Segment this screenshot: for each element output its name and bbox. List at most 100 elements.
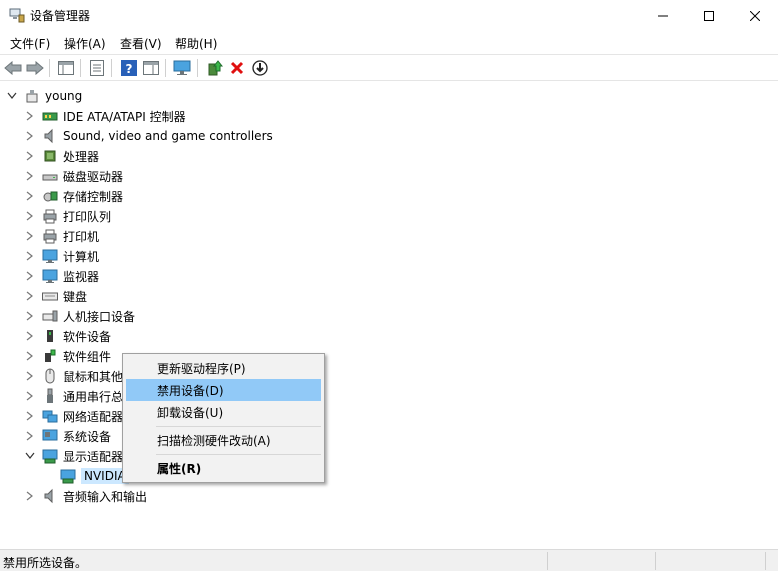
properties-icon[interactable] <box>87 58 107 78</box>
chevron-right-icon[interactable] <box>24 230 36 242</box>
storage-controller-icon <box>42 188 58 204</box>
chevron-right-icon[interactable] <box>24 170 36 182</box>
update-driver-icon[interactable] <box>205 58 225 78</box>
tree-root-label: young <box>45 89 83 103</box>
uninstall-x-icon[interactable] <box>227 58 247 78</box>
tree-device-node[interactable]: NVIDIA <box>42 466 129 486</box>
display-adapter-icon <box>42 448 58 464</box>
computer-icon <box>42 248 58 264</box>
tree-category-node[interactable]: 音频输入和输出 <box>24 486 147 506</box>
show-hide-console-tree-icon[interactable] <box>56 58 76 78</box>
chevron-down-icon[interactable] <box>24 450 36 462</box>
tree-category-node[interactable]: 计算机 <box>24 246 99 266</box>
tree-category-node[interactable]: 系统设备 <box>24 426 111 446</box>
menu-separator <box>156 426 321 427</box>
menu-properties[interactable]: 属性(R) <box>126 457 321 479</box>
tree-category-node[interactable]: Sound, video and game controllers <box>24 126 273 146</box>
tree-node-label: 打印机 <box>63 229 100 244</box>
tree-category-node[interactable]: 显示适配器 <box>24 446 123 466</box>
disk-drive-icon <box>42 168 58 184</box>
tree-category-node[interactable]: 打印机 <box>24 226 99 246</box>
tree-category-node[interactable]: 存储控制器 <box>24 186 123 206</box>
menu-bar: 文件(F) 操作(A) 查看(V) 帮助(H) <box>0 31 778 53</box>
chevron-right-icon[interactable] <box>24 430 36 442</box>
tree-category-node[interactable]: 监视器 <box>24 266 99 286</box>
menu-scan-hardware-changes[interactable]: 扫描检测硬件改动(A) <box>126 429 321 451</box>
maximize-button[interactable] <box>686 0 732 31</box>
audio-io-icon <box>42 488 58 504</box>
chevron-right-icon[interactable] <box>24 390 36 402</box>
system-device-icon <box>42 428 58 444</box>
menu-action[interactable]: 操作(A) <box>64 35 106 52</box>
chevron-right-icon[interactable] <box>24 150 36 162</box>
tree-category-node[interactable]: 软件设备 <box>24 326 111 346</box>
action-pane-icon[interactable] <box>141 58 161 78</box>
computer-icon <box>24 88 40 104</box>
device-tree: young IDE ATA/ATAPI 控制器 Sound, video and … <box>0 82 778 548</box>
tree-node-label: 监视器 <box>63 269 100 284</box>
menu-view[interactable]: 查看(V) <box>120 35 162 52</box>
chevron-right-icon[interactable] <box>24 330 36 342</box>
keyboard-icon <box>42 288 58 304</box>
tree-category-node[interactable]: 通用串行总 <box>24 386 123 406</box>
close-button[interactable] <box>732 0 778 31</box>
chevron-right-icon[interactable] <box>24 270 36 282</box>
tree-node-label: 显示适配器 <box>63 449 124 464</box>
chevron-right-icon[interactable] <box>24 110 36 122</box>
usb-icon <box>42 388 58 404</box>
tree-node-label: 计算机 <box>63 249 100 264</box>
menu-disable-device[interactable]: 禁用设备(D) <box>126 379 321 401</box>
status-text: 禁用所选设备。 <box>3 556 88 570</box>
chevron-right-icon[interactable] <box>24 410 36 422</box>
tree-category-node[interactable]: 人机接口设备 <box>24 306 135 326</box>
cpu-icon <box>42 148 58 164</box>
tree-category-node[interactable]: IDE ATA/ATAPI 控制器 <box>24 106 186 126</box>
tree-category-node[interactable]: 网络适配器 <box>24 406 123 426</box>
monitor-scan-icon[interactable] <box>172 58 192 78</box>
mouse-icon <box>42 368 58 384</box>
help-icon[interactable]: ? <box>119 58 139 78</box>
tree-node-label: 软件组件 <box>63 349 112 364</box>
tree-category-node[interactable]: 软件组件 <box>24 346 111 366</box>
tree-node-label: 音频输入和输出 <box>63 489 148 504</box>
software-device-icon <box>42 328 58 344</box>
title-bar: 设备管理器 <box>0 0 778 31</box>
tree-node-label: 网络适配器 <box>63 409 124 424</box>
tree-node-label: 鼠标和其他 <box>63 369 124 384</box>
device-manager-icon <box>9 7 25 23</box>
hid-icon <box>42 308 58 324</box>
chevron-right-icon[interactable] <box>24 290 36 302</box>
back-arrow-icon[interactable] <box>3 58 23 78</box>
tree-category-node[interactable]: 打印队列 <box>24 206 111 226</box>
chevron-right-icon[interactable] <box>24 310 36 322</box>
chevron-right-icon[interactable] <box>24 250 36 262</box>
display-adapter-icon <box>60 468 76 484</box>
menu-separator <box>156 454 321 455</box>
tree-node-label: 磁盘驱动器 <box>63 169 124 184</box>
chevron-right-icon[interactable] <box>24 130 36 142</box>
tree-node-label: 处理器 <box>63 149 100 164</box>
chevron-right-icon[interactable] <box>24 370 36 382</box>
chevron-right-icon[interactable] <box>24 350 36 362</box>
tree-root-node[interactable]: young <box>6 86 82 106</box>
tree-category-node[interactable]: 键盘 <box>24 286 87 306</box>
chevron-down-icon[interactable] <box>6 90 18 102</box>
status-bar: 禁用所选设备。 <box>0 549 778 571</box>
menu-help[interactable]: 帮助(H) <box>175 35 217 52</box>
printer-icon <box>42 228 58 244</box>
chevron-right-icon[interactable] <box>24 490 36 502</box>
forward-arrow-icon[interactable] <box>25 58 45 78</box>
print-queue-icon <box>42 208 58 224</box>
chevron-right-icon[interactable] <box>24 210 36 222</box>
chevron-right-icon[interactable] <box>24 190 36 202</box>
minimize-button[interactable] <box>640 0 686 31</box>
menu-update-driver[interactable]: 更新驱动程序(P) <box>126 357 321 379</box>
tree-category-node[interactable]: 处理器 <box>24 146 99 166</box>
tree-category-node[interactable]: 磁盘驱动器 <box>24 166 123 186</box>
menu-file[interactable]: 文件(F) <box>10 35 50 52</box>
tree-node-label: 通用串行总 <box>63 389 124 404</box>
tree-category-node[interactable]: 鼠标和其他 <box>24 366 123 386</box>
menu-uninstall-device[interactable]: 卸载设备(U) <box>126 401 321 423</box>
disable-device-icon[interactable] <box>250 58 270 78</box>
ide-controller-icon <box>42 108 58 124</box>
